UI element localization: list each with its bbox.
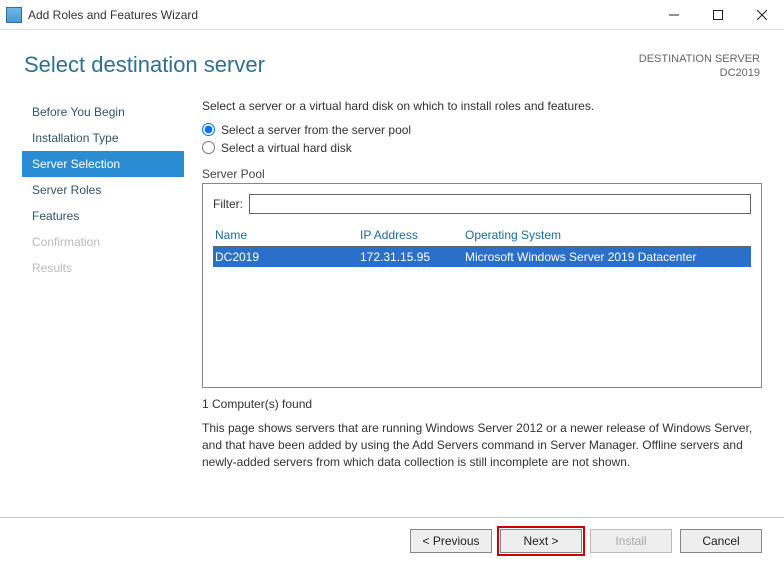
header: Select destination server DESTINATION SE… — [0, 30, 784, 81]
page-title: Select destination server — [24, 52, 265, 78]
cell-os: Microsoft Windows Server 2019 Datacenter — [465, 250, 749, 264]
sidebar-item-server-selection[interactable]: Server Selection — [22, 151, 184, 177]
computers-found-text: 1 Computer(s) found — [202, 396, 762, 413]
destination-indicator: DESTINATION SERVER DC2019 — [639, 52, 760, 81]
sidebar-item-confirmation: Confirmation — [22, 229, 184, 255]
sidebar-item-before-you-begin[interactable]: Before You Begin — [22, 99, 184, 125]
sidebar: Before You Begin Installation Type Serve… — [22, 99, 192, 517]
close-button[interactable] — [740, 1, 784, 29]
window-title: Add Roles and Features Wizard — [28, 8, 652, 22]
column-os[interactable]: Operating System — [465, 228, 749, 242]
next-button[interactable]: Next > — [500, 529, 582, 553]
install-button: Install — [590, 529, 672, 553]
previous-button[interactable]: < Previous — [410, 529, 492, 553]
destination-label: DESTINATION SERVER — [639, 52, 760, 66]
cell-ip: 172.31.15.95 — [360, 250, 465, 264]
sidebar-item-installation-type[interactable]: Installation Type — [22, 125, 184, 151]
table-header: Name IP Address Operating System — [213, 224, 751, 247]
radio-vhd-label: Select a virtual hard disk — [221, 141, 352, 155]
main-content: Select a server or a virtual hard disk o… — [192, 99, 762, 517]
radio-vhd[interactable] — [202, 141, 215, 154]
intro-text: Select a server or a virtual hard disk o… — [202, 99, 762, 113]
radio-server-pool-label: Select a server from the server pool — [221, 123, 411, 137]
minimize-button[interactable] — [652, 1, 696, 29]
table-body: DC2019 172.31.15.95 Microsoft Windows Se… — [213, 247, 751, 367]
app-icon — [6, 7, 22, 23]
radio-server-pool[interactable] — [202, 123, 215, 136]
server-pool-heading: Server Pool — [202, 167, 762, 181]
cancel-button[interactable]: Cancel — [680, 529, 762, 553]
maximize-button[interactable] — [696, 1, 740, 29]
filter-label: Filter: — [213, 197, 243, 211]
column-ip[interactable]: IP Address — [360, 228, 465, 242]
column-name[interactable]: Name — [215, 228, 360, 242]
table-row[interactable]: DC2019 172.31.15.95 Microsoft Windows Se… — [213, 247, 751, 267]
sidebar-item-server-roles[interactable]: Server Roles — [22, 177, 184, 203]
cell-name: DC2019 — [215, 250, 360, 264]
filter-input[interactable] — [249, 194, 751, 214]
note-text: This page shows servers that are running… — [202, 420, 762, 470]
footer: < Previous Next > Install Cancel — [0, 517, 784, 565]
destination-value: DC2019 — [639, 66, 760, 80]
server-pool-frame: Filter: Name IP Address Operating System… — [202, 183, 762, 388]
titlebar: Add Roles and Features Wizard — [0, 0, 784, 30]
sidebar-item-features[interactable]: Features — [22, 203, 184, 229]
sidebar-item-results: Results — [22, 255, 184, 281]
